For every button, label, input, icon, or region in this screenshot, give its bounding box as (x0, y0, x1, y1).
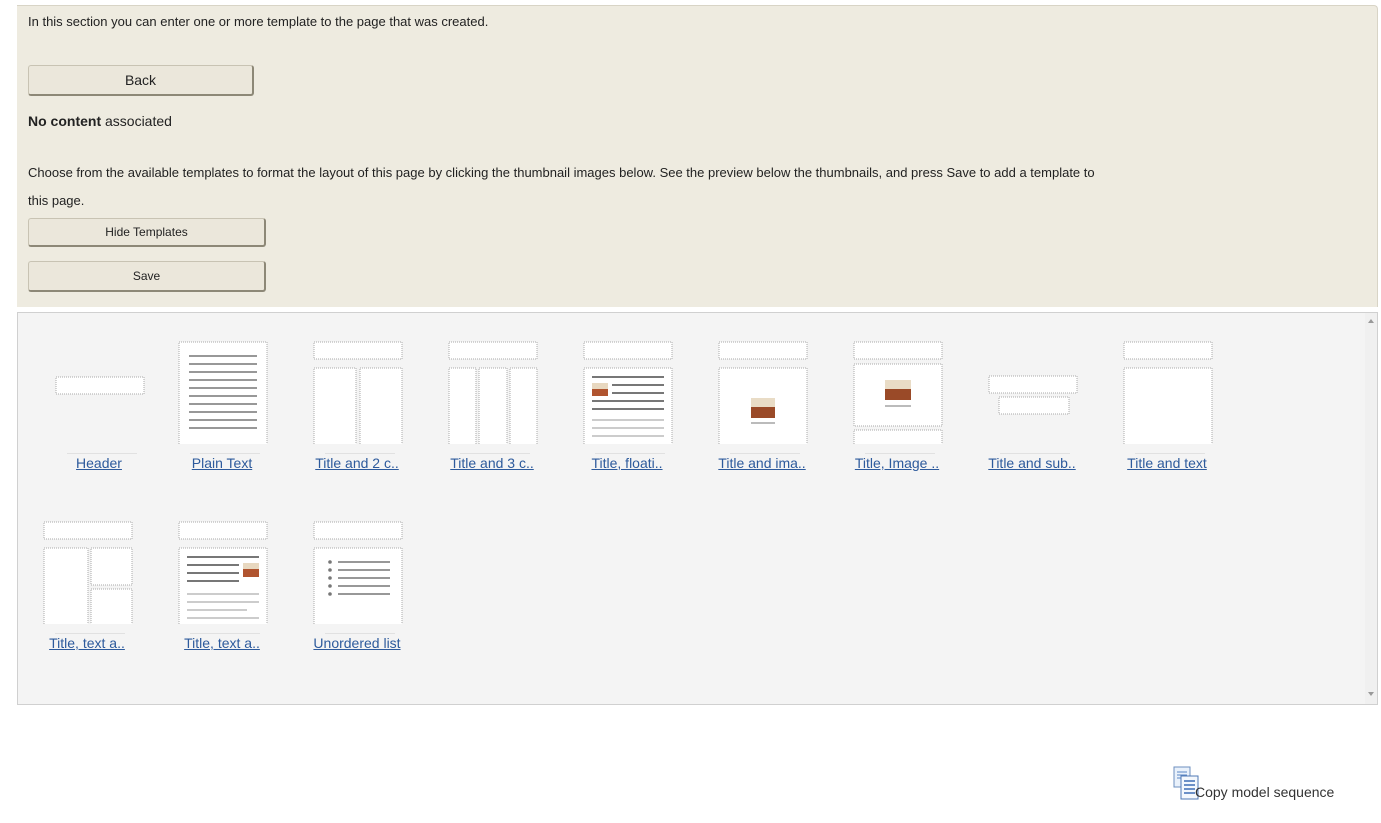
template-link-unordered-list[interactable]: Unordered list (297, 635, 417, 651)
intro-text: In this section you can enter one or mor… (28, 14, 489, 29)
template-tile-three-columns[interactable]: Title and 3 c.. (432, 320, 542, 471)
template-tile-title-subtitle[interactable]: Title and sub.. (972, 320, 1082, 471)
title-image-caption-layout-icon (853, 341, 943, 444)
template-link-title-text-image[interactable]: Title, text a.. (162, 635, 282, 651)
content-status-bold: No content (28, 113, 102, 129)
scroll-down-arrow-icon[interactable] (1368, 692, 1374, 696)
scroll-up-arrow-icon[interactable] (1368, 319, 1374, 323)
template-tile-header[interactable]: Header (39, 320, 149, 471)
content-status-rest: associated (101, 113, 172, 129)
hide-templates-button[interactable]: Hide Templates (28, 218, 266, 247)
two-columns-layout-icon (313, 341, 403, 444)
template-tile-title-text[interactable]: Title and text (1107, 320, 1217, 471)
title-subtitle-layout-icon (988, 375, 1078, 415)
template-gallery: Header Plain Text Title and 2 c.. Title … (17, 312, 1378, 705)
template-link-two-columns[interactable]: Title and 2 c.. (297, 455, 417, 471)
instructions-line-2: this page. (28, 193, 85, 208)
copy-model-sequence-label: Copy model sequence (1195, 784, 1335, 800)
template-link-title-text[interactable]: Title and text (1107, 455, 1227, 471)
template-tile-plain-text[interactable]: Plain Text (162, 320, 272, 471)
template-link-title-subtitle[interactable]: Title and sub.. (972, 455, 1092, 471)
template-tile-title-text-boxes[interactable]: Title, text a.. (27, 500, 137, 651)
header-layout-icon (55, 376, 145, 395)
title-text-boxes-layout-icon (43, 521, 133, 624)
template-tile-unordered-list[interactable]: Unordered list (297, 500, 407, 651)
save-button[interactable]: Save (28, 261, 266, 292)
floating-image-layout-icon (583, 341, 673, 444)
template-tile-title-text-image[interactable]: Title, text a.. (162, 500, 272, 651)
back-button[interactable]: Back (28, 65, 254, 96)
three-columns-layout-icon (448, 341, 538, 444)
unordered-list-layout-icon (313, 521, 403, 624)
title-text-layout-icon (1123, 341, 1213, 444)
title-image-layout-icon (718, 341, 808, 444)
template-link-title-text-boxes[interactable]: Title, text a.. (27, 635, 147, 651)
instructions-line-1: Choose from the available templates to f… (28, 165, 1095, 180)
template-tile-title-image-caption[interactable]: Title, Image .. (837, 320, 947, 471)
template-tile-two-columns[interactable]: Title and 2 c.. (297, 320, 407, 471)
plain-text-layout-icon (178, 341, 268, 444)
content-status: No content associated (28, 113, 172, 129)
template-link-title-image-caption[interactable]: Title, Image .. (837, 455, 957, 471)
template-tile-title-image[interactable]: Title and ima.. (702, 320, 812, 471)
gallery-scrollbar[interactable] (1365, 313, 1377, 704)
template-tile-floating-image[interactable]: Title, floati.. (567, 320, 677, 471)
title-text-image-layout-icon (178, 521, 268, 624)
template-link-header[interactable]: Header (39, 455, 159, 471)
template-link-three-columns[interactable]: Title and 3 c.. (432, 455, 552, 471)
template-link-title-image[interactable]: Title and ima.. (702, 455, 822, 471)
template-link-floating-image[interactable]: Title, floati.. (567, 455, 687, 471)
template-link-plain-text[interactable]: Plain Text (162, 455, 282, 471)
